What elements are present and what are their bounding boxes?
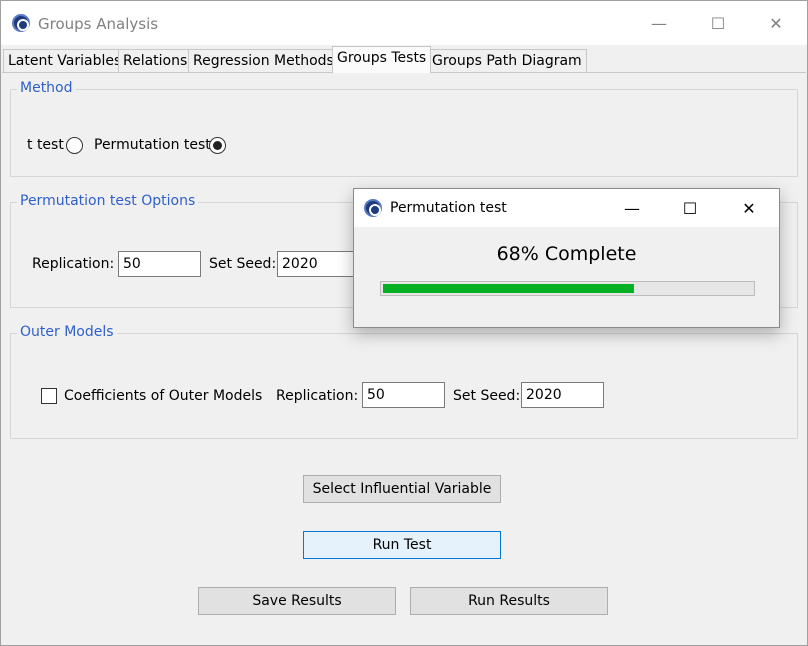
tab-regression-methods[interactable]: Regression Methods — [188, 49, 339, 73]
select-influential-variable-button[interactable]: Select Influential Variable — [303, 475, 501, 503]
progress-bar-fill — [383, 284, 634, 293]
close-button[interactable]: ✕ — [764, 11, 788, 35]
outer-replication-label: Replication: — [276, 388, 359, 404]
replication-label: Replication: — [32, 256, 115, 272]
method-group-title: Method — [17, 80, 76, 96]
outer-set-seed-label: Set Seed: — [453, 388, 521, 404]
permutation-test-radio[interactable] — [209, 137, 226, 154]
set-seed-label: Set Seed: — [209, 256, 277, 272]
set-seed-input[interactable] — [277, 251, 360, 277]
dialog-minimize-button[interactable]: — — [620, 196, 644, 220]
tab-relations[interactable]: Relations — [118, 49, 193, 73]
coefficients-label: Coefficients of Outer Models — [64, 388, 263, 404]
window-title: Groups Analysis — [38, 15, 159, 33]
minimize-button[interactable]: — — [647, 11, 671, 35]
tab-bar: Latent Variables Relations Regression Me… — [1, 46, 807, 73]
permutation-test-label: Permutation test — [94, 137, 211, 153]
progress-text: 68% Complete — [496, 243, 637, 265]
t-test-label: t test — [27, 137, 64, 153]
progress-bar — [380, 281, 755, 296]
permutation-progress-dialog: Permutation test — ☐ ✕ 68% Complete — [353, 188, 780, 328]
replication-input[interactable] — [118, 251, 201, 277]
t-test-radio[interactable] — [66, 137, 83, 154]
coefficients-checkbox[interactable] — [41, 388, 57, 404]
tab-groups-path-diagram[interactable]: Groups Path Diagram — [427, 49, 587, 73]
outer-replication-input[interactable] — [362, 382, 445, 408]
run-test-button[interactable]: Run Test — [303, 531, 501, 559]
run-results-button[interactable]: Run Results — [410, 587, 608, 615]
app-logo-icon — [364, 199, 382, 217]
dialog-title: Permutation test — [390, 200, 507, 216]
dialog-title-bar[interactable]: Permutation test — ☐ ✕ — [354, 189, 779, 227]
save-results-button[interactable]: Save Results — [198, 587, 396, 615]
outer-models-title: Outer Models — [17, 324, 117, 340]
outer-models-group: Outer Models Coefficients of Outer Model… — [10, 324, 798, 439]
permutation-options-title: Permutation test Options — [17, 193, 199, 209]
dialog-maximize-button[interactable]: ☐ — [678, 196, 702, 220]
dialog-close-button[interactable]: ✕ — [737, 196, 761, 220]
title-bar[interactable]: Groups Analysis — ☐ ✕ — [1, 1, 807, 45]
tab-latent-variables[interactable]: Latent Variables — [3, 49, 127, 73]
app-logo-icon — [12, 14, 30, 32]
outer-set-seed-input[interactable] — [521, 382, 604, 408]
tab-content-panel: Method t test Permutation test Permutati… — [2, 72, 806, 644]
method-group: Method t test Permutation test — [10, 80, 798, 177]
tab-groups-tests[interactable]: Groups Tests — [332, 46, 432, 73]
maximize-button[interactable]: ☐ — [706, 11, 730, 35]
